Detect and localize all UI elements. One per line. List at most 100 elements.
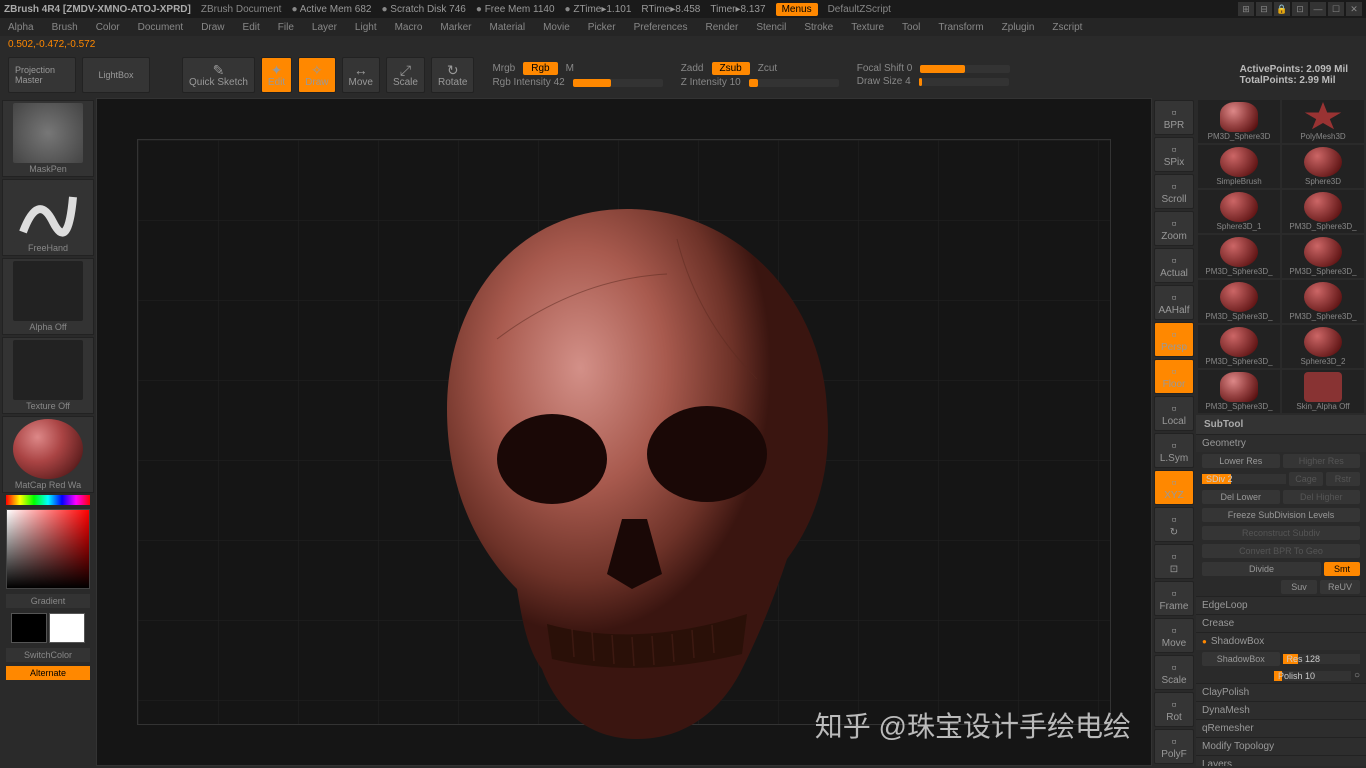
menu-document[interactable]: Document bbox=[138, 22, 184, 33]
lower-res-button[interactable]: Lower Res bbox=[1202, 454, 1280, 468]
rotate-button[interactable]: ↻Rotate bbox=[431, 57, 474, 93]
stroke-selector[interactable]: FreeHand bbox=[2, 179, 94, 256]
subtool-item[interactable]: PM3D_Sphere3D_ bbox=[1282, 280, 1364, 323]
geometry-header[interactable]: Geometry bbox=[1196, 434, 1366, 452]
menu-render[interactable]: Render bbox=[706, 22, 739, 33]
subtool-item[interactable]: PM3D_Sphere3D_ bbox=[1198, 280, 1280, 323]
menu-stencil[interactable]: Stencil bbox=[756, 22, 786, 33]
menu-edit[interactable]: Edit bbox=[243, 22, 260, 33]
suv-button[interactable]: Suv bbox=[1281, 580, 1317, 594]
viewtool-spix[interactable]: ▫SPix bbox=[1154, 137, 1194, 172]
subtool-item[interactable]: PM3D_Sphere3D_ bbox=[1282, 190, 1364, 233]
focal-shift-slider[interactable] bbox=[920, 65, 1010, 73]
mrgb-toggle[interactable]: Mrgb bbox=[492, 63, 515, 74]
viewtool-move[interactable]: ▫Move bbox=[1154, 618, 1194, 653]
subtool-item[interactable]: SimpleBrush bbox=[1198, 145, 1280, 188]
menus-button[interactable]: Menus bbox=[776, 3, 818, 16]
edgeloop-header[interactable]: EdgeLoop bbox=[1196, 596, 1366, 614]
modify-topology-header[interactable]: Modify Topology bbox=[1196, 737, 1366, 755]
viewtool-frame[interactable]: ▫Frame bbox=[1154, 581, 1194, 616]
viewtool-bpr[interactable]: ▫BPR bbox=[1154, 100, 1194, 135]
dynamesh-header[interactable]: DynaMesh bbox=[1196, 701, 1366, 719]
menu-brush[interactable]: Brush bbox=[52, 22, 78, 33]
subtool-item[interactable]: PolyMesh3D bbox=[1282, 100, 1364, 143]
smt-button[interactable]: Smt bbox=[1324, 562, 1360, 576]
menu-zscript[interactable]: Zscript bbox=[1052, 22, 1082, 33]
menu-alpha[interactable]: Alpha bbox=[8, 22, 34, 33]
layers-header[interactable]: Layers bbox=[1196, 755, 1366, 766]
alternate-button[interactable]: Alternate bbox=[6, 666, 90, 680]
rstr-button[interactable]: Rstr bbox=[1326, 472, 1360, 486]
subtool-item[interactable]: PM3D_Sphere3D_ bbox=[1198, 235, 1280, 278]
zadd-toggle[interactable]: Zadd bbox=[681, 63, 704, 74]
viewtool-polyf[interactable]: ▫PolyF bbox=[1154, 729, 1194, 764]
alpha-selector[interactable]: Alpha Off bbox=[2, 258, 94, 335]
scale-button[interactable]: ⤢Scale bbox=[386, 57, 425, 93]
viewtool-scale[interactable]: ▫Scale bbox=[1154, 655, 1194, 690]
window-icon[interactable]: ⊟ bbox=[1256, 2, 1272, 16]
zcut-toggle[interactable]: Zcut bbox=[758, 63, 777, 74]
higher-res-button[interactable]: Higher Res bbox=[1283, 454, 1361, 468]
viewtool-⊡[interactable]: ▫⊡ bbox=[1154, 544, 1194, 579]
menu-picker[interactable]: Picker bbox=[588, 22, 616, 33]
viewtool-zoom[interactable]: ▫Zoom bbox=[1154, 211, 1194, 246]
z-intensity-slider[interactable] bbox=[749, 79, 839, 87]
viewtool-l.sym[interactable]: ▫L.Sym bbox=[1154, 433, 1194, 468]
subtool-item[interactable]: PM3D_Sphere3D_ bbox=[1198, 370, 1280, 413]
material-selector[interactable]: MatCap Red Wa bbox=[2, 416, 94, 493]
viewtool-rot[interactable]: ▫Rot bbox=[1154, 692, 1194, 727]
reuv-button[interactable]: ReUV bbox=[1320, 580, 1360, 594]
polish-toggle-icon[interactable]: ○ bbox=[1354, 670, 1360, 681]
subtool-item[interactable]: PM3D_Sphere3D_ bbox=[1198, 325, 1280, 368]
polish-slider[interactable]: Polish 10 bbox=[1274, 671, 1351, 681]
menu-draw[interactable]: Draw bbox=[201, 22, 224, 33]
shadowbox-header[interactable]: ShadowBox bbox=[1196, 632, 1366, 650]
crease-header[interactable]: Crease bbox=[1196, 614, 1366, 632]
viewtool-↻[interactable]: ▫↻ bbox=[1154, 507, 1194, 542]
viewtool-persp[interactable]: ▫Persp bbox=[1154, 322, 1194, 357]
sdiv-slider[interactable]: SDiv 2 bbox=[1202, 474, 1286, 484]
menu-file[interactable]: File bbox=[278, 22, 294, 33]
color-picker[interactable] bbox=[6, 509, 90, 589]
res-slider[interactable]: Res 128 bbox=[1283, 654, 1361, 664]
del-higher-button[interactable]: Del Higher bbox=[1283, 490, 1361, 504]
reconstruct-button[interactable]: Reconstruct Subdiv bbox=[1202, 526, 1360, 540]
subtool-item[interactable]: Skin_Alpha Off bbox=[1282, 370, 1364, 413]
window-icon[interactable]: ⊞ bbox=[1238, 2, 1254, 16]
viewtool-local[interactable]: ▫Local bbox=[1154, 396, 1194, 431]
subtool-item[interactable]: Sphere3D_2 bbox=[1282, 325, 1364, 368]
cage-button[interactable]: Cage bbox=[1289, 472, 1323, 486]
rgb-toggle[interactable]: Rgb bbox=[523, 62, 557, 75]
color-swatch-black[interactable] bbox=[11, 613, 47, 643]
texture-selector[interactable]: Texture Off bbox=[2, 337, 94, 414]
draw-button[interactable]: ✧Draw bbox=[298, 57, 335, 93]
shadowbox-button[interactable]: ShadowBox bbox=[1202, 652, 1280, 666]
menu-macro[interactable]: Macro bbox=[395, 22, 423, 33]
menu-tool[interactable]: Tool bbox=[902, 22, 920, 33]
minimize-icon[interactable]: — bbox=[1310, 2, 1326, 16]
menu-marker[interactable]: Marker bbox=[440, 22, 471, 33]
menu-preferences[interactable]: Preferences bbox=[634, 22, 688, 33]
freeze-button[interactable]: Freeze SubDivision Levels bbox=[1202, 508, 1360, 522]
subtool-header[interactable]: SubTool bbox=[1196, 415, 1366, 434]
quicksketch-button[interactable]: ✎Quick Sketch bbox=[182, 57, 255, 93]
close-icon[interactable]: ✕ bbox=[1346, 2, 1362, 16]
window-icon[interactable]: ⊡ bbox=[1292, 2, 1308, 16]
claypolish-header[interactable]: ClayPolish bbox=[1196, 683, 1366, 701]
viewport[interactable]: 知乎 @珠宝设计手绘电绘 bbox=[96, 98, 1152, 766]
subtool-item[interactable]: Sphere3D_1 bbox=[1198, 190, 1280, 233]
del-lower-button[interactable]: Del Lower bbox=[1202, 490, 1280, 504]
gradient-button[interactable]: Gradient bbox=[6, 594, 90, 608]
qremesher-header[interactable]: qRemesher bbox=[1196, 719, 1366, 737]
window-icon[interactable]: 🔒 bbox=[1274, 2, 1290, 16]
draw-size-slider[interactable] bbox=[919, 78, 1009, 86]
viewtool-floor[interactable]: ▫Floor bbox=[1154, 359, 1194, 394]
subtool-item[interactable]: Sphere3D bbox=[1282, 145, 1364, 188]
default-zscript[interactable]: DefaultZScript bbox=[828, 4, 891, 15]
divide-button[interactable]: Divide bbox=[1202, 562, 1321, 576]
viewtool-aahalf[interactable]: ▫AAHalf bbox=[1154, 285, 1194, 320]
menu-stroke[interactable]: Stroke bbox=[804, 22, 833, 33]
maximize-icon[interactable]: ☐ bbox=[1328, 2, 1344, 16]
menu-layer[interactable]: Layer bbox=[312, 22, 337, 33]
menu-transform[interactable]: Transform bbox=[938, 22, 983, 33]
